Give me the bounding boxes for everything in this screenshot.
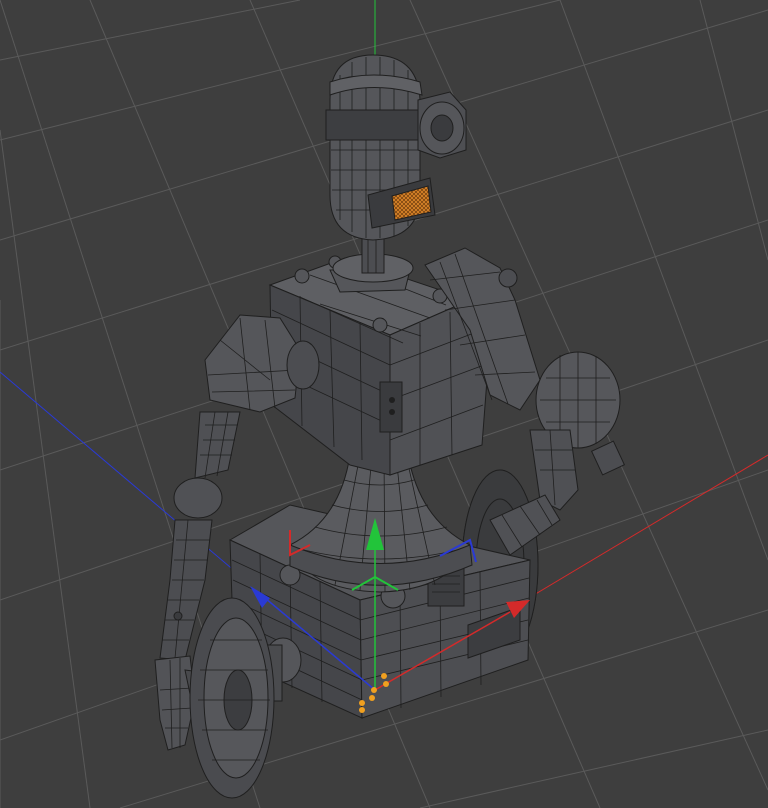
ear-disc[interactable] (417, 91, 467, 159)
left-wheel[interactable] (189, 597, 275, 799)
grid-line (559, 0, 768, 561)
grid-line (0, 0, 301, 61)
viewport-scene[interactable] (0, 0, 768, 808)
grid-line (419, 729, 768, 808)
robot-model[interactable] (154, 54, 626, 799)
grid-line (0, 129, 91, 808)
neck[interactable] (329, 234, 414, 293)
3d-viewport[interactable] (0, 0, 768, 808)
grid-line (699, 0, 768, 261)
